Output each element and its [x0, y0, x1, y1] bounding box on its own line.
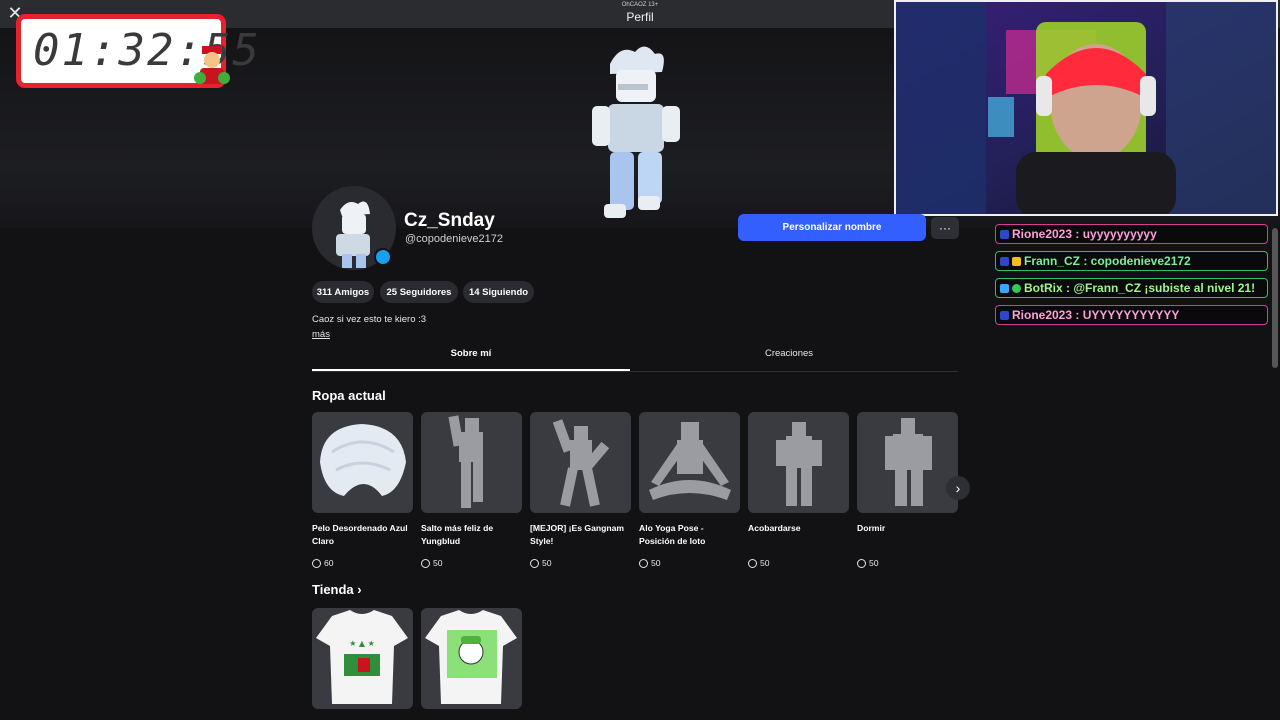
chat-message: BotRix : @Frann_CZ ¡subiste al nivel 21!	[995, 278, 1268, 298]
item-price: 60	[312, 558, 334, 568]
outfit-item[interactable]: Alo Yoga Pose - Posición de loto 50	[639, 412, 740, 568]
tshirt-thumbnail: ★ ▲ ★	[316, 610, 408, 704]
more-options-button[interactable]: ···	[931, 217, 959, 239]
chat-message: Rione2023 : uyyyyyyyyyy	[995, 224, 1268, 244]
robux-icon	[639, 558, 648, 568]
username-handle: @copodenieve2172	[405, 233, 504, 245]
outfit-item[interactable]: [MEJOR] ¡Es Gangnam Style! 50	[530, 412, 631, 568]
item-price: 50	[530, 558, 552, 568]
outfit-item[interactable]: Acobardarse 50	[748, 412, 849, 568]
current-outfit-title: Ropa actual	[312, 388, 386, 403]
svg-text:★ ▲ ★: ★ ▲ ★	[349, 639, 375, 648]
friends-count[interactable]: 311 Amigos	[312, 281, 374, 303]
verified-badge-icon	[1012, 283, 1021, 293]
item-thumbnail	[748, 412, 849, 513]
chat-message: Frann_CZ : copodenieve2172	[995, 251, 1268, 271]
platform-icon	[1000, 256, 1009, 266]
item-thumbnail	[530, 412, 631, 513]
scrollbar[interactable]	[1272, 228, 1278, 368]
carousel-next-button[interactable]: ›	[946, 476, 970, 500]
item-price: 50	[748, 558, 770, 568]
item-price: 50	[857, 558, 879, 568]
tshirt-thumbnail	[425, 610, 517, 704]
more-link[interactable]: más	[312, 329, 330, 340]
tab-creations[interactable]: Creaciones	[630, 348, 948, 359]
item-thumbnail	[639, 412, 740, 513]
item-thumbnail	[312, 412, 413, 513]
item-price: 50	[639, 558, 661, 568]
tab-divider	[312, 371, 958, 372]
active-tab-indicator	[312, 369, 630, 371]
robux-icon	[312, 558, 321, 568]
following-count[interactable]: 14 Siguiendo	[463, 281, 534, 303]
friend-status-icon	[374, 248, 392, 266]
platform-icon	[1000, 310, 1009, 320]
robux-icon	[857, 558, 866, 568]
webcam-feed	[894, 0, 1278, 216]
tab-about[interactable]: Sobre mí	[312, 348, 630, 359]
robux-icon	[421, 558, 430, 568]
outfit-item[interactable]: Salto más feliz de Yungblud 50	[421, 412, 522, 568]
item-name: Pelo Desordenado Azul Claro	[312, 523, 408, 546]
display-name: Cz_Snday	[404, 210, 495, 231]
chevron-right-icon: ›	[357, 582, 362, 597]
crown-badge-icon	[1012, 256, 1021, 266]
item-price: 50	[421, 558, 443, 568]
chat-message: Rione2023 : UYYYYYYYYYYY	[995, 305, 1268, 325]
outfit-item[interactable]: Pelo Desordenado Azul Claro 60	[312, 412, 413, 568]
bot-icon	[1000, 283, 1009, 293]
item-name: [MEJOR] ¡Es Gangnam Style!	[530, 523, 625, 546]
profile-bio: Caoz si vez esto te kiero :3	[312, 314, 427, 325]
item-name: Dormir	[857, 523, 886, 533]
robux-icon	[530, 558, 539, 568]
item-name: Alo Yoga Pose - Posición de loto	[639, 523, 706, 546]
item-name: Acobardarse	[748, 523, 801, 533]
item-thumbnail	[421, 412, 522, 513]
followers-count[interactable]: 25 Seguidores	[380, 281, 458, 303]
shop-title[interactable]: Tienda ›	[312, 582, 362, 597]
webcam-image	[896, 2, 1276, 214]
outfit-item[interactable]: Dormir 50	[857, 412, 958, 568]
item-thumbnail	[857, 412, 958, 513]
mascot-icon	[194, 46, 230, 84]
shop-item[interactable]	[421, 608, 522, 709]
customize-name-button[interactable]: Personalizar nombre	[738, 214, 926, 241]
platform-icon	[1000, 229, 1009, 239]
item-name: Salto más feliz de Yungblud	[421, 523, 494, 546]
robux-icon	[748, 558, 757, 568]
shop-item[interactable]: ★ ▲ ★	[312, 608, 413, 709]
